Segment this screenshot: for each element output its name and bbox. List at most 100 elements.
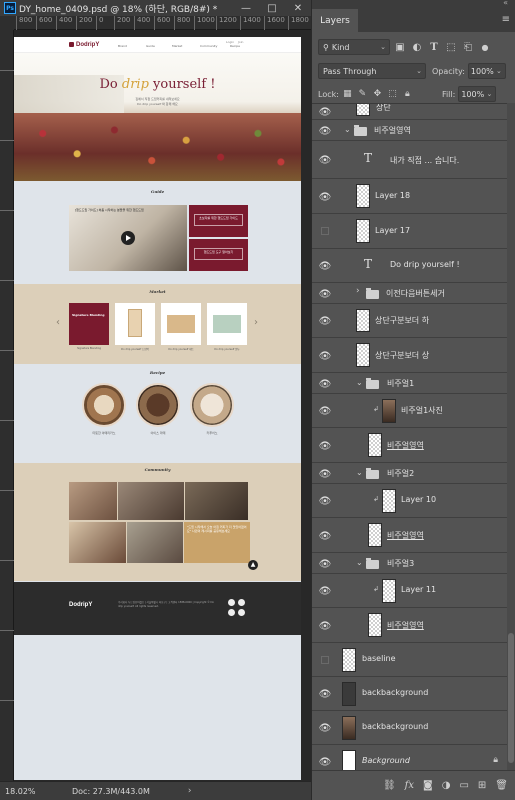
lock-transparent-icon[interactable]: ▦: [341, 88, 354, 101]
document-window: Ps DY_home_0409.psd @ 18% (하단, RGB/8#) *…: [0, 0, 311, 800]
layer-row[interactable]: 👁︎ 비주얼영역: [312, 518, 508, 553]
trash-icon[interactable]: 🗑︎: [495, 780, 508, 791]
layer-row[interactable]: 👁︎ 비주얼영역: [312, 428, 508, 463]
eye-icon[interactable]: 👁︎: [316, 190, 334, 204]
eye-icon[interactable]: 👁︎: [316, 105, 334, 119]
ruler-corner[interactable]: [0, 16, 14, 30]
layer-row[interactable]: 👁︎ ↲ Layer 11: [312, 574, 508, 608]
minimize-button[interactable]: —: [233, 0, 259, 16]
adjustment-filter-icon[interactable]: ◐: [410, 40, 424, 54]
chevron-down-icon[interactable]: ⌄: [344, 125, 351, 134]
folder-icon[interactable]: ▭: [459, 780, 468, 791]
layer-group-row[interactable]: 👁︎ › 이전다음버튼세거: [312, 283, 508, 304]
layer-group-row[interactable]: 👁︎ ⌄ 비주얼1: [312, 373, 508, 394]
lock-pixels-icon[interactable]: ✎: [356, 88, 369, 101]
image-filter-icon[interactable]: ▣: [393, 40, 407, 54]
layer-row[interactable]: 👁︎ 상단구분보더 하: [312, 304, 508, 338]
recipe-image: [190, 383, 234, 427]
zoom-level[interactable]: 18.02%: [0, 787, 50, 796]
tab-layers[interactable]: Layers: [312, 9, 358, 32]
lock-all-icon[interactable]: 🔒︎: [401, 88, 414, 101]
eye-icon[interactable]: 👁︎: [316, 349, 334, 363]
eye-icon[interactable]: 👁︎: [316, 687, 334, 701]
product-card: [161, 303, 201, 345]
layer-name: 비주얼영역: [387, 441, 424, 450]
eye-icon[interactable]: 👁︎: [316, 404, 334, 418]
section-title-market: Market: [149, 289, 166, 294]
eye-icon[interactable]: 👁︎: [316, 287, 334, 301]
horizontal-ruler[interactable]: 800 600 400 200 0 200 400 600 800 1000 1…: [14, 16, 311, 30]
eye-icon[interactable]: 👁︎: [316, 124, 334, 138]
layer-row[interactable]: 👁︎ Layer 18: [312, 179, 508, 214]
panel-tab-bar: Layers ≡: [312, 9, 515, 32]
product-caption: Do drip yourself 원두: [214, 348, 240, 351]
artboard[interactable]: DodripY Brand Guide Market Community Rec…: [14, 37, 301, 780]
new-layer-icon[interactable]: ⊞: [478, 780, 486, 791]
eye-icon[interactable]: 👁︎: [316, 153, 334, 167]
close-button[interactable]: ✕: [285, 0, 311, 16]
layer-group-row[interactable]: 👁︎ ⌄ 비주얼3: [312, 553, 508, 574]
eye-icon[interactable]: 👁︎: [316, 755, 334, 769]
layer-name: 비주얼영역: [387, 621, 424, 630]
blend-mode-select[interactable]: Pass Through ⌄: [318, 63, 426, 79]
eye-icon[interactable]: 👁︎: [316, 584, 334, 598]
shape-filter-icon[interactable]: ⬚: [444, 40, 458, 54]
layer-row[interactable]: Layer 17: [312, 214, 508, 249]
eye-icon[interactable]: 👁︎: [316, 314, 334, 328]
layer-row[interactable]: 👁︎ T 내가 직접 ... 습니다.: [312, 141, 508, 179]
scrollbar-thumb[interactable]: [508, 633, 514, 763]
eye-icon[interactable]: 👁︎: [316, 377, 334, 391]
layer-row[interactable]: 👁︎ 비주얼영역: [312, 608, 508, 643]
eye-icon[interactable]: 👁︎: [316, 439, 334, 453]
layer-row[interactable]: 👁︎ ↲ 비주얼1사진: [312, 394, 508, 428]
eye-icon[interactable]: 👁︎: [316, 494, 334, 508]
layer-row[interactable]: 👁︎ 상단: [312, 104, 508, 120]
eye-icon[interactable]: 👁︎: [316, 467, 334, 481]
filter-kind-select[interactable]: ⚲ Kind ⌄: [318, 39, 390, 55]
filter-toggle-icon[interactable]: ●: [478, 40, 492, 54]
layer-group-row[interactable]: 👁︎ ⌄ 비주얼영역: [312, 120, 508, 141]
chevron-down-icon[interactable]: ⌄: [356, 378, 363, 387]
fx-icon[interactable]: fx: [405, 780, 414, 791]
maximize-button[interactable]: □: [259, 0, 285, 16]
ruler-tick: 600: [36, 16, 52, 30]
layer-row[interactable]: 👁︎ T Do drip yourself !: [312, 249, 508, 283]
ruler-tick: [0, 210, 14, 211]
eye-icon[interactable]: 👁︎: [316, 721, 334, 735]
eye-icon[interactable]: 👁︎: [316, 259, 334, 273]
chevron-right-icon[interactable]: ›: [188, 786, 192, 796]
layer-row[interactable]: 👁︎ backbackground: [312, 711, 508, 745]
layer-row[interactable]: 👁︎ 상단구분보더 상: [312, 338, 508, 373]
panel-menu-icon[interactable]: ≡: [502, 14, 510, 25]
adjustment-icon[interactable]: ◑: [442, 780, 451, 791]
lock-artboard-icon[interactable]: ⬚: [386, 88, 399, 101]
mask-icon[interactable]: ◙: [423, 780, 433, 791]
layers-scrollbar[interactable]: [507, 103, 515, 770]
opacity-input[interactable]: 100% ⌄: [467, 63, 506, 79]
community-photo: [127, 522, 183, 563]
layer-name: 비주얼3: [387, 559, 415, 568]
layer-row[interactable]: 👁︎ ↲ Layer 10: [312, 484, 508, 518]
link-icon[interactable]: ⛓︎: [383, 780, 396, 791]
fill-input[interactable]: 100% ⌄: [458, 86, 497, 102]
eye-icon[interactable]: 👁︎: [316, 529, 334, 543]
visibility-toggle[interactable]: [321, 227, 329, 235]
eye-icon[interactable]: 👁︎: [316, 619, 334, 633]
product-image: [213, 315, 241, 333]
document-tab[interactable]: Ps DY_home_0409.psd @ 18% (하단, RGB/8#) *…: [0, 0, 311, 16]
chevron-down-icon[interactable]: ⌄: [356, 468, 363, 477]
community-photo: [185, 482, 248, 520]
chevron-down-icon[interactable]: ⌄: [356, 558, 363, 567]
layer-row[interactable]: 👁︎ backbackground: [312, 677, 508, 711]
eye-icon[interactable]: 👁︎: [316, 557, 334, 571]
type-filter-icon[interactable]: T: [427, 40, 441, 54]
layer-row[interactable]: baseline: [312, 643, 508, 677]
layer-group-row[interactable]: 👁︎ ⌄ 비주얼2: [312, 463, 508, 484]
lock-position-icon[interactable]: ✥: [371, 88, 384, 101]
vertical-ruler[interactable]: [0, 30, 14, 781]
chevron-right-icon[interactable]: ›: [356, 286, 360, 296]
collapse-icon[interactable]: «: [503, 0, 508, 7]
smart-object-filter-icon[interactable]: ⎗: [461, 40, 475, 54]
visibility-toggle[interactable]: [321, 656, 329, 664]
layer-row[interactable]: 👁︎ Background 🔒︎: [312, 745, 508, 770]
